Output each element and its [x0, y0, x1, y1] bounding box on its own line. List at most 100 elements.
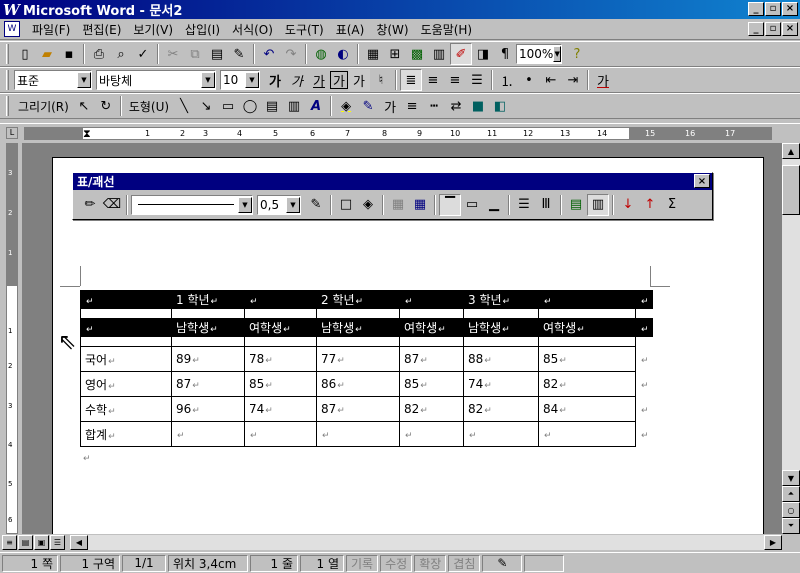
- status-extend[interactable]: 확장: [414, 554, 447, 572]
- format-painter-icon[interactable]: ✎: [228, 43, 250, 65]
- status-overtype[interactable]: 겹침: [448, 554, 481, 572]
- distribute-rows-icon[interactable]: ☰: [513, 194, 535, 216]
- line-color-icon[interactable]: ✎: [357, 95, 379, 117]
- select-objects-icon[interactable]: ↖: [73, 95, 95, 117]
- table-header-row-grade[interactable]: ↵ 1 학년↵ ↵ 2 학년↵ ↵ 3 학년↵ ↵ ↵: [80, 290, 653, 309]
- align-center-icon[interactable]: ≡: [422, 69, 444, 91]
- align-bottom-icon[interactable]: ▁: [483, 194, 505, 216]
- line-weight-combo[interactable]: 0,5 ▼: [257, 194, 301, 215]
- draw-table-pencil-icon[interactable]: ✏: [79, 194, 101, 216]
- paste-icon[interactable]: ▤: [206, 43, 228, 65]
- scroll-left-button[interactable]: ◀: [70, 535, 88, 550]
- numbering-icon[interactable]: ⒈: [496, 69, 518, 91]
- close-button[interactable]: ×: [782, 2, 798, 16]
- menu-file[interactable]: 파일(F): [26, 21, 76, 38]
- new-doc-icon[interactable]: ▯: [14, 43, 36, 65]
- distribute-icon[interactable]: ☰: [466, 69, 488, 91]
- print-preview-icon[interactable]: ⌕: [110, 43, 132, 65]
- vertical-text-box-icon[interactable]: ▥: [283, 95, 305, 117]
- zoom-combo[interactable]: 100% ▼: [516, 44, 562, 64]
- sort-ascending-icon[interactable]: ↓: [617, 194, 639, 216]
- restore-button[interactable]: ▫: [765, 2, 781, 16]
- menu-format[interactable]: 서식(O): [226, 21, 279, 38]
- align-justify-icon[interactable]: ≣: [400, 69, 422, 91]
- menu-view[interactable]: 보기(V): [127, 21, 179, 38]
- table-row[interactable]: 수학↵ 96↵ 74↵ 87↵ 82↵ 82↵ 84↵ ↵: [80, 396, 653, 422]
- spelling-status-icon[interactable]: ✎: [482, 554, 523, 572]
- shading-color-icon[interactable]: ◈: [357, 194, 379, 216]
- center-vertically-icon[interactable]: ▭: [461, 194, 483, 216]
- 3d-icon[interactable]: ◧: [489, 95, 511, 117]
- show-hide-icon[interactable]: ¶: [494, 43, 516, 65]
- hyperlink-icon[interactable]: ◍: [310, 43, 332, 65]
- doc-minimize-button[interactable]: _: [748, 22, 764, 36]
- decrease-indent-icon[interactable]: ⇤: [540, 69, 562, 91]
- drawing-icon[interactable]: ✐: [450, 43, 472, 65]
- arrow-icon[interactable]: ↘: [195, 95, 217, 117]
- tables-borders-icon[interactable]: ▦: [362, 43, 384, 65]
- autosum-icon[interactable]: Σ: [661, 194, 683, 216]
- outline-view-button[interactable]: ☰: [50, 535, 65, 550]
- sort-descending-icon[interactable]: ↑: [639, 194, 661, 216]
- merge-cells-icon[interactable]: ▦: [387, 194, 409, 216]
- scroll-down-button[interactable]: ▼: [782, 470, 800, 486]
- shadow-icon[interactable]: ■: [467, 95, 489, 117]
- text-color-icon[interactable]: 가: [379, 95, 401, 117]
- rectangle-icon[interactable]: ▭: [217, 95, 239, 117]
- char-border-icon[interactable]: 가: [330, 71, 348, 90]
- menu-window[interactable]: 창(W): [370, 21, 414, 38]
- tables-borders-close-button[interactable]: ×: [694, 174, 710, 188]
- increase-indent-icon[interactable]: ⇥: [562, 69, 584, 91]
- table-autoformat-icon[interactable]: ▤: [565, 194, 587, 216]
- print-icon[interactable]: ⎙: [88, 43, 110, 65]
- underline-icon[interactable]: 가: [308, 69, 330, 91]
- outside-border-icon[interactable]: □: [335, 194, 357, 216]
- table-row-total[interactable]: 합계↵ ↵ ↵ ↵ ↵ ↵ ↵ ↵: [80, 421, 653, 447]
- menu-table[interactable]: 표(A): [330, 21, 371, 38]
- line-icon[interactable]: ╲: [173, 95, 195, 117]
- menu-tools[interactable]: 도구(T): [279, 21, 330, 38]
- menu-edit[interactable]: 편집(E): [76, 21, 127, 38]
- menu-help[interactable]: 도움말(H): [415, 21, 479, 38]
- char-shading-icon[interactable]: 가: [348, 69, 370, 91]
- spelling-icon[interactable]: ✓: [132, 43, 154, 65]
- wordart-icon[interactable]: A: [305, 95, 327, 117]
- tab-selector[interactable]: L: [6, 127, 18, 139]
- align-top-icon[interactable]: ▔: [439, 193, 461, 216]
- status-record[interactable]: 기록: [346, 554, 379, 572]
- indent-marker[interactable]: ⧗: [83, 128, 91, 139]
- bullets-icon[interactable]: •: [518, 69, 540, 91]
- cut-icon[interactable]: ✂: [162, 43, 184, 65]
- eraser-icon[interactable]: ⌫: [101, 194, 123, 216]
- phonetic-icon[interactable]: ♮: [370, 69, 392, 91]
- doc-close-button[interactable]: ×: [782, 22, 798, 36]
- table-row[interactable]: 영어↵ 87↵ 85↵ 86↵ 85↵ 74↵ 82↵ ↵: [80, 371, 653, 397]
- page-layout-button[interactable]: ▣: [34, 535, 49, 550]
- border-color-icon[interactable]: ✎: [305, 194, 327, 216]
- autoshapes-button[interactable]: 도형(U): [125, 95, 173, 117]
- horizontal-scrollbar[interactable]: ◀ ▶: [70, 535, 782, 550]
- menu-insert[interactable]: 삽입(I): [179, 21, 226, 38]
- vertical-ruler[interactable]: 3 2 1 1 2 3 4 5 6: [0, 143, 22, 534]
- align-right-icon[interactable]: ≡: [444, 69, 466, 91]
- text-box-icon[interactable]: ▤: [261, 95, 283, 117]
- bold-icon[interactable]: 가: [264, 69, 286, 91]
- doc-restore-button[interactable]: ▫: [765, 22, 781, 36]
- table-row[interactable]: 국어↵ 89↵ 78↵ 77↵ 87↵ 88↵ 85↵ ↵: [80, 346, 653, 372]
- split-cells-icon[interactable]: ▦: [409, 194, 431, 216]
- free-rotate-icon[interactable]: ↻: [95, 95, 117, 117]
- line-style-combo[interactable]: ▼: [131, 194, 253, 215]
- scroll-up-button[interactable]: ▲: [782, 143, 800, 159]
- fill-color-icon[interactable]: ◈: [335, 95, 357, 117]
- tables-borders-toolbar[interactable]: 표/괘선 × ✏ ⌫ ▼ 0,5 ▼ ✎ □ ◈ ▦ ▦ ▔ ▭ ▁ ☰ Ⅲ ▤ …: [72, 172, 713, 220]
- font-combo[interactable]: 바탕체 ▼: [96, 70, 216, 90]
- grade-table[interactable]: ↵ 1 학년↵ ↵ 2 학년↵ ↵ 3 학년↵ ↵ ↵ ↵ 남학생↵ 여학생↵ …: [80, 290, 653, 447]
- dash-style-icon[interactable]: ┅: [423, 95, 445, 117]
- arrow-style-icon[interactable]: ⇄: [445, 95, 467, 117]
- style-combo[interactable]: 표준 ▼: [14, 70, 92, 90]
- browse-object-button[interactable]: ○: [782, 502, 800, 518]
- previous-page-button[interactable]: ⏶: [782, 486, 800, 502]
- redo-icon[interactable]: ↷: [280, 43, 302, 65]
- insert-excel-icon[interactable]: ▩: [406, 43, 428, 65]
- scroll-thumb[interactable]: [782, 165, 800, 215]
